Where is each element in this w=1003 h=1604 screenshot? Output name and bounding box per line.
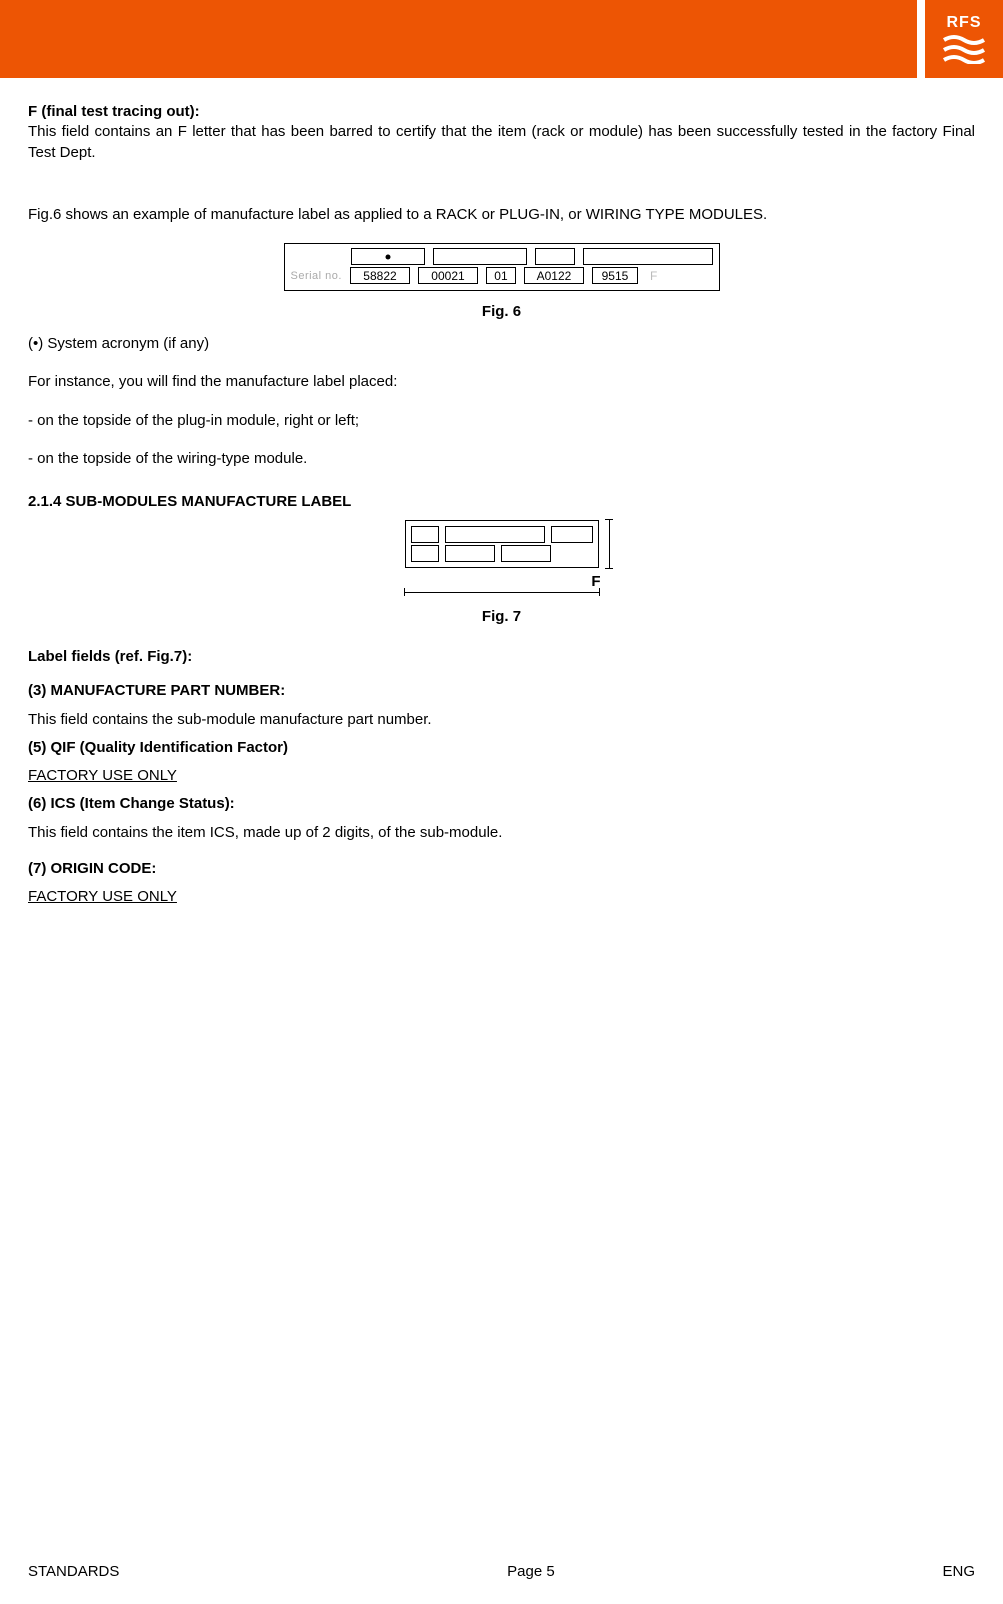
field-7-text: FACTORY USE ONLY — [28, 887, 975, 907]
placed-intro: For instance, you will find the manufact… — [28, 372, 975, 392]
fig6-field-5: 9515 — [592, 267, 638, 284]
field-7-heading: (7) ORIGIN CODE: — [28, 859, 975, 879]
footer-center: Page 5 — [507, 1563, 555, 1580]
fig7-row-top — [411, 526, 593, 543]
page-footer: STANDARDS Page 5 ENG — [28, 1563, 975, 1580]
field-3-heading: (3) MANUFACTURE PART NUMBER: — [28, 681, 975, 701]
wave-icon — [942, 34, 986, 64]
field-5-text: FACTORY USE ONLY — [28, 766, 975, 786]
fig6-row-top — [351, 248, 713, 265]
fig6-field-4: A0122 — [524, 267, 584, 284]
fig7-cell — [445, 545, 495, 562]
footer-left: STANDARDS — [28, 1563, 119, 1580]
f-heading: F (final test tracing out): — [28, 103, 200, 120]
tick-icon — [605, 568, 613, 569]
fig7-cell — [411, 526, 439, 543]
fig6-caption: Fig. 6 — [28, 303, 975, 320]
label-fields-heading: Label fields (ref. Fig.7): — [28, 647, 975, 667]
header-bar: RFS — [0, 0, 1003, 78]
field-6-text: This field contains the item ICS, made u… — [28, 823, 975, 843]
fig7-inner: F — [405, 520, 599, 568]
figure-7: F — [28, 520, 975, 568]
header-gap — [917, 0, 925, 78]
dimension-line-vertical — [603, 520, 617, 568]
fig6-intro: Fig.6 shows an example of manufacture la… — [28, 205, 975, 225]
fig6-dot-cell — [351, 248, 425, 265]
header-orange-block — [0, 0, 917, 78]
bullet-note: (•) System acronym (if any) — [28, 334, 975, 354]
fig6-field-2: 00021 — [418, 267, 478, 284]
fig6-empty-cell — [583, 248, 713, 265]
field-3-text: This field contains the sub-module manuf… — [28, 710, 975, 730]
rfs-logo: RFS — [925, 0, 1003, 78]
serial-no-label: Serial no. — [291, 270, 342, 282]
f-text: This field contains an F letter that has… — [28, 123, 975, 160]
fig7-caption: Fig. 7 — [28, 608, 975, 625]
fig6-empty-cell — [535, 248, 575, 265]
fig7-cell — [445, 526, 545, 543]
field-5-heading: (5) QIF (Quality Identification Factor) — [28, 738, 975, 758]
fig6-field-3: 01 — [486, 267, 516, 284]
footer-right: ENG — [942, 1563, 975, 1580]
fig7-cell — [551, 526, 593, 543]
page-content: F (final test tracing out): This field c… — [0, 78, 1003, 907]
placed-item-1: - on the topside of the plug-in module, … — [28, 411, 975, 431]
fig6-f-mark: F — [650, 269, 657, 283]
fig6-label-box: Serial no. 58822 00021 01 A0122 9515 F — [284, 243, 720, 291]
placed-item-2: - on the topside of the wiring-type modu… — [28, 449, 975, 469]
figure-6: Serial no. 58822 00021 01 A0122 9515 F — [28, 243, 975, 291]
fig7-row-bottom — [411, 545, 593, 562]
fig6-row-bottom: Serial no. 58822 00021 01 A0122 9515 F — [291, 267, 713, 284]
field-6-heading: (6) ICS (Item Change Status): — [28, 794, 975, 814]
fig6-field-1: 58822 — [350, 267, 410, 284]
logo-text: RFS — [947, 14, 982, 32]
section-2-1-4-title: 2.1.4 SUB-MODULES MANUFACTURE LABEL — [28, 493, 975, 510]
tick-icon — [605, 519, 613, 520]
f-paragraph: F (final test tracing out): This field c… — [28, 102, 975, 163]
tick-icon — [404, 588, 405, 596]
label-fields-block: Label fields (ref. Fig.7): (3) MANUFACTU… — [28, 647, 975, 907]
fig7-label-box — [405, 520, 599, 568]
fig7-cell — [501, 545, 551, 562]
dot-icon — [385, 254, 390, 259]
dimension-line-horizontal — [405, 588, 599, 598]
fig7-f-label: F — [591, 573, 600, 590]
fig6-empty-cell — [433, 248, 527, 265]
fig7-cell — [411, 545, 439, 562]
